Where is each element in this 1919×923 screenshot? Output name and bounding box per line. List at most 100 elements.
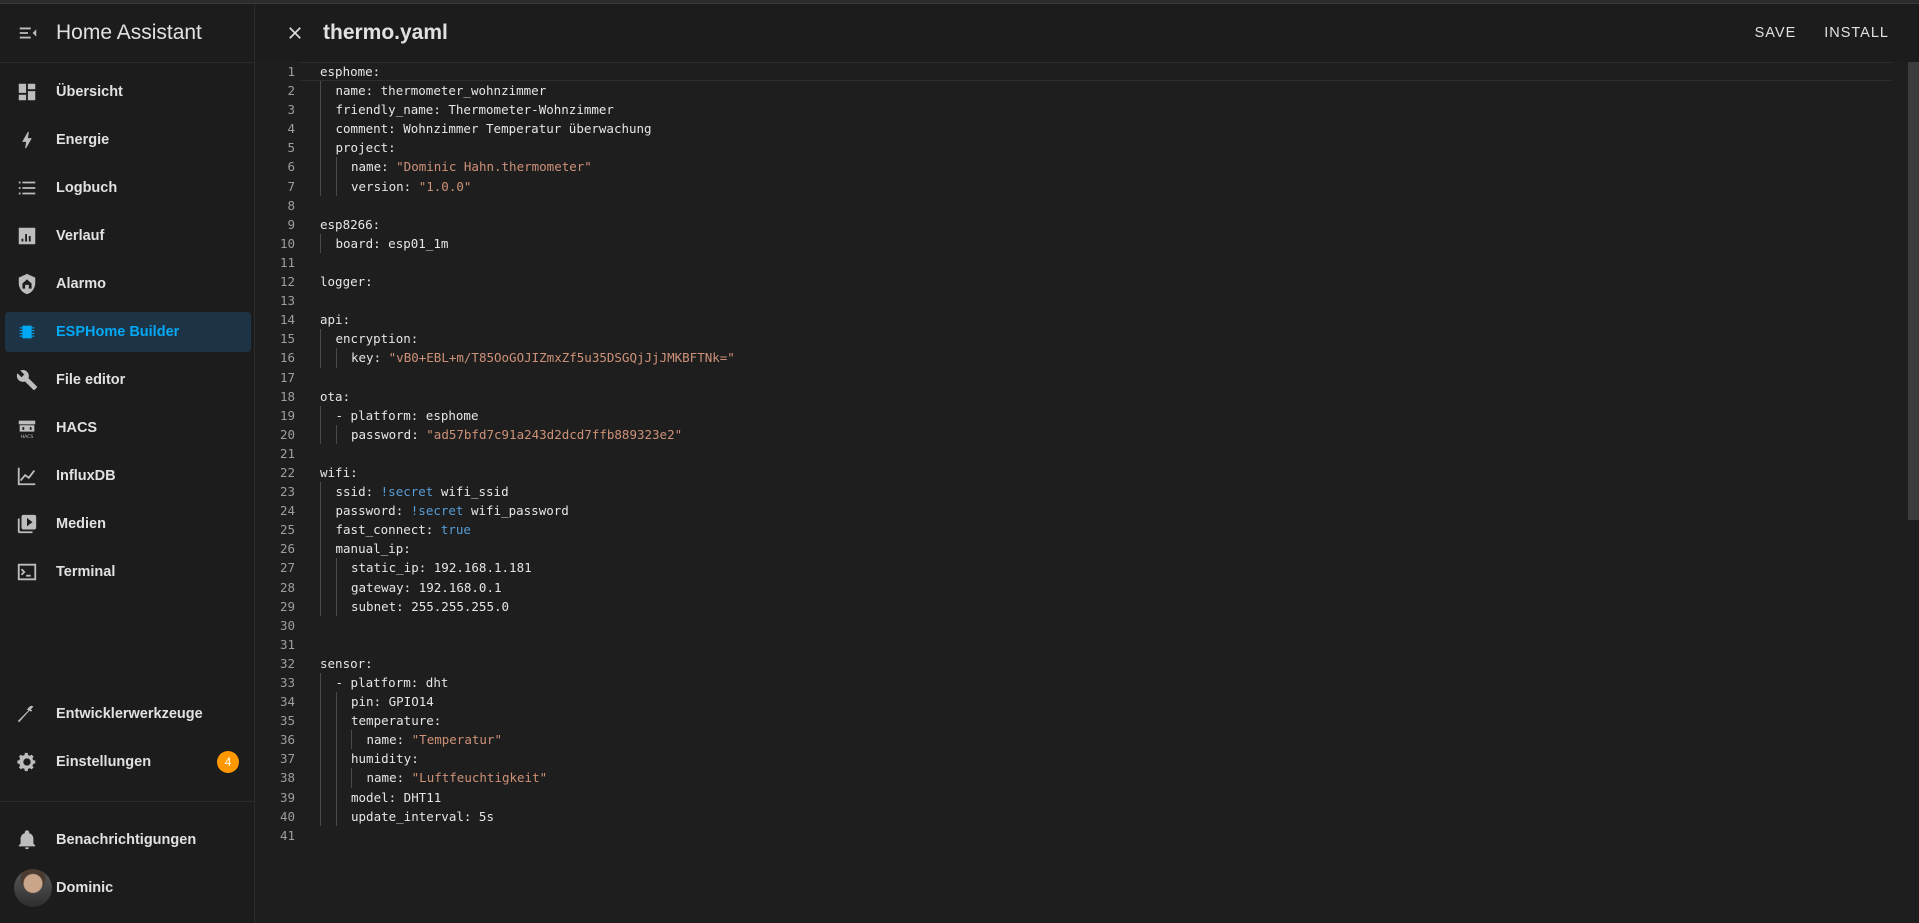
line-number: 40 (279, 808, 295, 824)
sidebar-item-alarmo[interactable]: Alarmo (5, 264, 251, 304)
code-line: name: "Dominic Hahn.thermometer" (320, 157, 735, 177)
code-line: name: "Temperatur" (320, 730, 735, 750)
code-line: api: (320, 312, 351, 328)
code-line: pin: GPIO14 (320, 692, 735, 712)
sidebar-item-label: HACS (56, 420, 98, 436)
code-line: ssid: !secret wifi_ssid (320, 482, 735, 502)
sidebar-item-label: InfluxDB (56, 468, 116, 484)
line-number: 21 (279, 445, 295, 461)
line-number: 38 (279, 770, 295, 786)
install-button[interactable]: INSTALL (1824, 25, 1889, 41)
code-line: project: (320, 138, 735, 158)
line-number: 23 (279, 484, 295, 500)
code-line: comment: Wohnzimmer Temperatur überwachu… (320, 119, 735, 139)
scrollbar-thumb[interactable] (1908, 62, 1919, 520)
file-title: thermo.yaml (323, 21, 448, 44)
sidebar-item-esphome-builder[interactable]: ESPHome Builder (5, 312, 251, 352)
console-icon (16, 560, 56, 584)
line-number: 31 (279, 636, 295, 652)
sidebar-item-label: Energie (56, 132, 110, 148)
code-line: version: "1.0.0" (320, 176, 735, 196)
line-number: 13 (279, 293, 295, 309)
sidebar-item-label: Terminal (56, 564, 116, 580)
svg-text:HACS: HACS (21, 434, 34, 439)
sidebar-item-label: Übersicht (56, 84, 123, 100)
media-icon (16, 512, 56, 536)
line-number: 15 (279, 331, 295, 347)
list-icon (16, 176, 56, 200)
menu-toggle-icon[interactable] (0, 4, 56, 62)
line-number: 7 (287, 178, 295, 194)
lightning-icon (16, 128, 56, 152)
sidebar-item-entwicklerwerkzeuge[interactable]: Entwicklerwerkzeuge (5, 694, 251, 734)
sidebar-item-medien[interactable]: Medien (5, 504, 251, 544)
line-number: 20 (279, 426, 295, 442)
line-number: 35 (279, 713, 295, 729)
sidebar-item-influxdb[interactable]: InfluxDB (5, 456, 251, 496)
notification-badge: 4 (217, 751, 239, 773)
line-number: 16 (279, 350, 295, 366)
line-number: 5 (287, 140, 295, 156)
sidebar-item-terminal[interactable]: Terminal (5, 552, 251, 592)
sidebar-item-benachrichtigungen[interactable]: Benachrichtigungen (5, 820, 251, 860)
line-number: 30 (279, 617, 295, 633)
sidebar-item-einstellungen[interactable]: Einstellungen 4 (5, 742, 251, 782)
line-number: 24 (279, 503, 295, 519)
line-number: 26 (279, 541, 295, 557)
hacs-icon: HACS (16, 416, 56, 440)
code-line: name: thermometer_wohnzimmer (320, 81, 735, 101)
sidebar-item-hacs[interactable]: HACS HACS (5, 408, 251, 448)
line-number: 19 (279, 407, 295, 423)
editor-toolbar: thermo.yaml SAVE INSTALL (255, 4, 1919, 63)
code-line: esp8266: (320, 216, 381, 232)
line-number: 3 (287, 102, 295, 118)
code-line: logger: (320, 274, 373, 290)
line-number: 41 (279, 827, 295, 843)
line-number: 4 (287, 121, 295, 137)
code-editor[interactable]: 1 2 3 4 5 6 7 8 9 10 11 12 13 14 15 16 17 18 19 20 21 22 23 24 2… (255, 62, 1919, 923)
save-button[interactable]: SAVE (1755, 25, 1797, 41)
code-line: password: !secret wifi_password (320, 501, 735, 521)
line-number: 1 (287, 64, 295, 79)
line-number: 2 (287, 83, 295, 99)
line-number: 34 (279, 694, 295, 710)
code-line: - platform: esphome (320, 405, 735, 425)
code-line: name: "Luftfeuchtigkeit" (320, 768, 735, 788)
sidebar: Home Assistant Übersicht Energie Logbuch… (0, 4, 255, 923)
sidebar-item-file-editor[interactable]: File editor (5, 360, 251, 400)
code-content[interactable]: esphome: name: thermometer_wohnzimmer frie… (320, 62, 735, 845)
code-line: friendly_name: Thermometer-Wohnzimmer (320, 100, 735, 120)
line-number: 11 (279, 254, 295, 270)
cog-icon (16, 750, 56, 774)
line-number: 10 (279, 235, 295, 251)
code-line: subnet: 255.255.255.0 (320, 596, 735, 616)
line-number: 9 (287, 216, 295, 232)
sidebar-item-logbuch[interactable]: Logbuch (5, 168, 251, 208)
line-number: 17 (279, 369, 295, 385)
close-icon[interactable] (267, 4, 323, 62)
sidebar-item-user[interactable]: Dominic (5, 868, 251, 908)
code-line: gateway: 192.168.0.1 (320, 577, 735, 597)
line-number: 12 (279, 274, 295, 290)
chip-icon (16, 320, 56, 344)
scrollbar[interactable] (1908, 62, 1919, 923)
line-number: 18 (279, 388, 295, 404)
avatar-wrap (14, 869, 56, 907)
wrench-icon (16, 368, 56, 392)
code-line: update_interval: 5s (320, 806, 735, 826)
code-line: sensor: (320, 655, 373, 671)
sidebar-divider (0, 801, 255, 802)
line-number: 39 (279, 789, 295, 805)
avatar (14, 869, 52, 907)
code-line: wifi: (320, 464, 358, 480)
sidebar-item-energie[interactable]: Energie (5, 120, 251, 160)
sidebar-item-verlauf[interactable]: Verlauf (5, 216, 251, 256)
code-line: fast_connect: true (320, 520, 735, 540)
line-number: 33 (279, 675, 295, 690)
sidebar-item-uebersicht[interactable]: Übersicht (5, 72, 251, 112)
code-line: humidity: (320, 749, 735, 769)
